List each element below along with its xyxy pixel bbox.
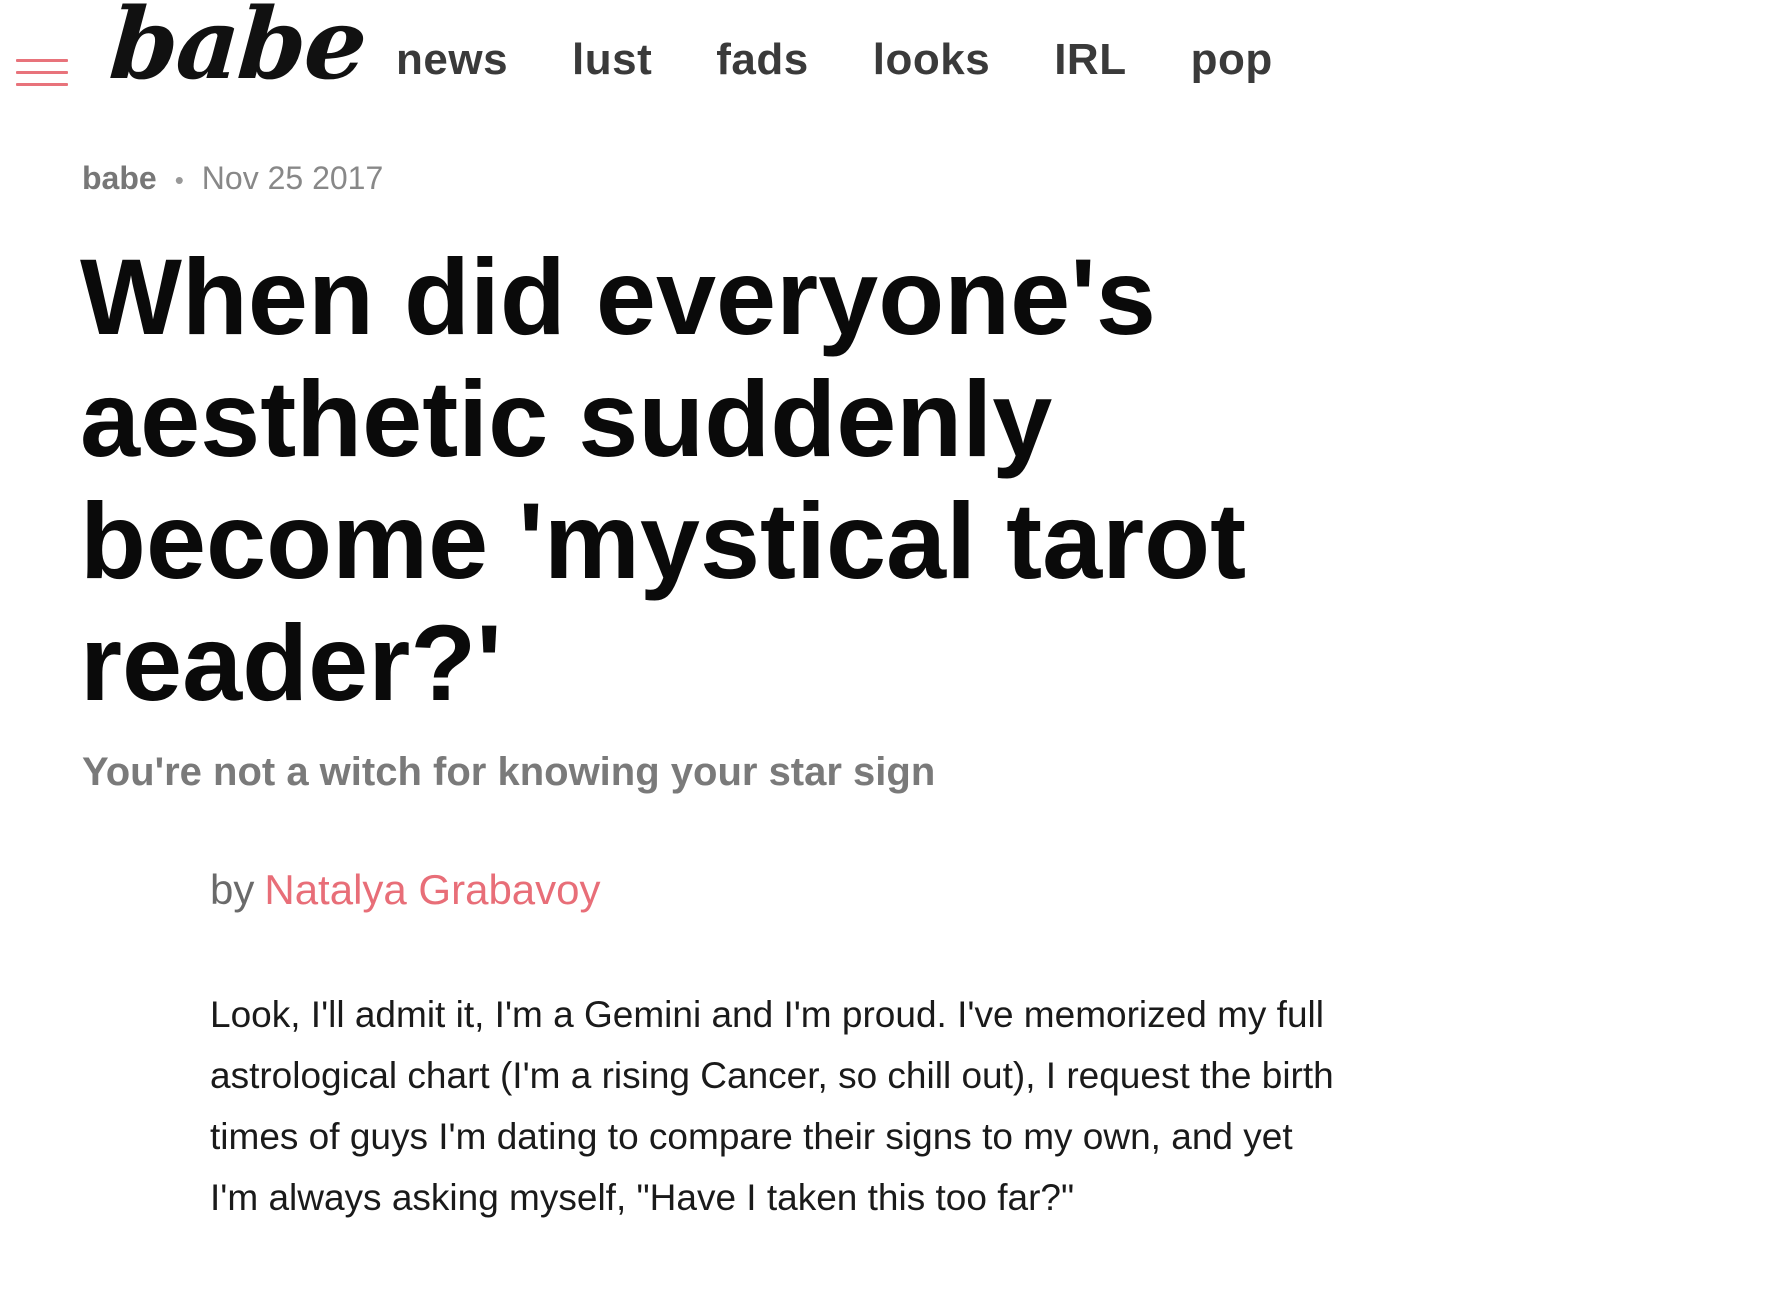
nav-item-fads[interactable]: fads — [716, 32, 808, 88]
article-subtitle: You're not a witch for knowing your star… — [82, 750, 936, 794]
author-link[interactable]: Natalya Grabavoy — [264, 866, 600, 913]
article-meta: babe • Nov 25 2017 — [82, 158, 383, 200]
nav-item-irl[interactable]: IRL — [1054, 32, 1126, 88]
article-source[interactable]: babe — [82, 160, 157, 196]
nav-item-lust[interactable]: lust — [572, 32, 652, 88]
byline-prefix: by — [210, 866, 255, 913]
nav-item-looks[interactable]: looks — [873, 32, 990, 88]
hamburger-menu-icon[interactable] — [16, 59, 68, 89]
hamburger-line — [16, 59, 68, 62]
meta-separator-dot: • — [174, 165, 184, 195]
hamburger-line — [16, 83, 68, 86]
main-nav: news lust fads looks IRL pop — [396, 32, 1337, 88]
nav-item-news[interactable]: news — [396, 32, 508, 88]
article-title: When did everyone's aesthetic suddenly b… — [80, 236, 1247, 723]
article-date: Nov 25 2017 — [201, 160, 384, 196]
byline: by Natalya Grabavoy — [210, 864, 601, 916]
site-header: babe news lust fads looks IRL pop — [0, 0, 1792, 130]
site-logo[interactable]: babe — [106, 0, 369, 102]
article-body-paragraph: Look, I'll admit it, I'm a Gemini and I'… — [210, 994, 1334, 1218]
hamburger-line — [16, 71, 68, 74]
nav-item-pop[interactable]: pop — [1191, 32, 1273, 88]
